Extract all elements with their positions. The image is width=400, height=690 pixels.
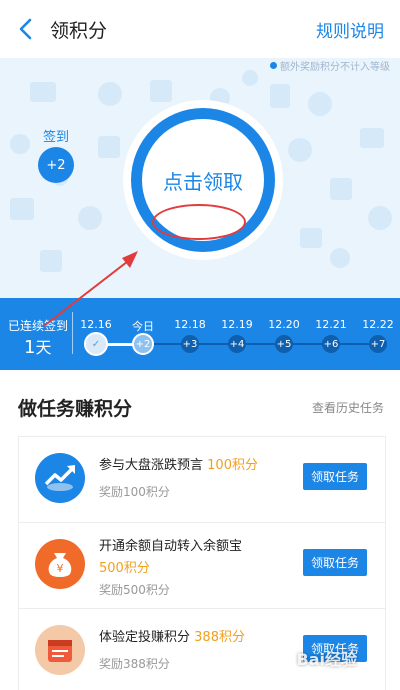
task-name: 参与大盘涨跌预言 100积分 — [99, 454, 258, 473]
claim-task-button[interactable]: 领取任务 — [303, 549, 367, 576]
claim-task-button[interactable]: 领取任务 — [303, 463, 367, 490]
day-reward: +5 — [275, 335, 293, 353]
day-date: 12.21 — [315, 318, 347, 331]
bonus-note-text: 额外奖励积分不计入等级 — [280, 62, 390, 73]
signed-points-badge: +2 — [38, 147, 74, 183]
watermark: Bai经验 — [296, 650, 357, 669]
task-points: 100积分 — [207, 458, 258, 473]
day-date: 12.18 — [174, 318, 206, 331]
claim-label: 点击领取 — [163, 169, 243, 194]
task-reward: 奖励500积分 — [99, 583, 170, 597]
streak-divider — [72, 312, 73, 354]
calendar-icon — [35, 625, 85, 675]
info-dot-icon — [270, 62, 277, 69]
annotation-oval — [152, 204, 246, 240]
checkmark-icon: ✓ — [84, 332, 108, 356]
task-card: ¥ 开通余额自动转入余额宝 500积分 奖励500积分 领取任务 — [18, 522, 386, 610]
task-card: 体验定投赚积分 388积分 奖励388积分 领取任务 Bai经验 — [18, 608, 386, 690]
day-date: 12.19 — [221, 318, 253, 331]
day-date: 今日 — [132, 320, 154, 333]
rules-link[interactable]: 规则说明 — [316, 17, 384, 42]
day-reward: +4 — [228, 335, 246, 353]
task-name-text: 体验定投赚积分 — [99, 630, 191, 645]
task-points: 388积分 — [194, 630, 245, 645]
day-date: 12.22 — [362, 318, 394, 331]
streak-days: 1天 — [24, 334, 51, 358]
streak-label: 已连续签到 — [8, 319, 69, 333]
task-reward: 奖励100积分 — [99, 485, 170, 499]
day-reward: +7 — [369, 335, 387, 353]
task-list: 参与大盘涨跌预言 100积分 奖励100积分 领取任务 ¥ 开通余额自动转入余额… — [0, 432, 400, 690]
task-card: 参与大盘涨跌预言 100积分 奖励100积分 领取任务 — [18, 436, 386, 524]
back-arrow-icon[interactable] — [14, 14, 38, 44]
streak-days-value: 1 — [24, 337, 36, 358]
task-name: 体验定投赚积分 388积分 — [99, 626, 245, 645]
day-reward: +3 — [181, 335, 199, 353]
trend-chart-icon — [35, 453, 85, 503]
signed-label: 签到 — [43, 130, 70, 145]
svg-text:¥: ¥ — [57, 562, 64, 575]
page-title: 领积分 — [50, 20, 108, 42]
tasks-title: 做任务赚积分 — [18, 398, 133, 420]
day-date: 12.20 — [268, 318, 300, 331]
tasks-header: 做任务赚积分 查看历史任务 — [0, 370, 400, 432]
history-tasks-link[interactable]: 查看历史任务 — [312, 399, 384, 416]
day-reward: +6 — [322, 335, 340, 353]
top-bar: 领积分 规则说明 — [0, 0, 400, 58]
bonus-note: 额外奖励积分不计入等级 — [270, 58, 390, 73]
task-name: 开通余额自动转入余额宝 — [99, 539, 243, 554]
money-bag-icon: ¥ — [35, 539, 85, 589]
task-name-text: 参与大盘涨跌预言 — [99, 458, 204, 473]
task-points: 500积分 — [99, 561, 150, 576]
streak-days-unit: 天 — [35, 338, 52, 357]
task-reward: 奖励388积分 — [99, 657, 170, 671]
day-reward: +2 — [132, 333, 154, 355]
day-date: 12.16 — [80, 318, 112, 331]
streak-bar: 已连续签到 1天 12.16 ✓ 今日 +2 12.18 +3 12.19 +4… — [0, 298, 400, 370]
